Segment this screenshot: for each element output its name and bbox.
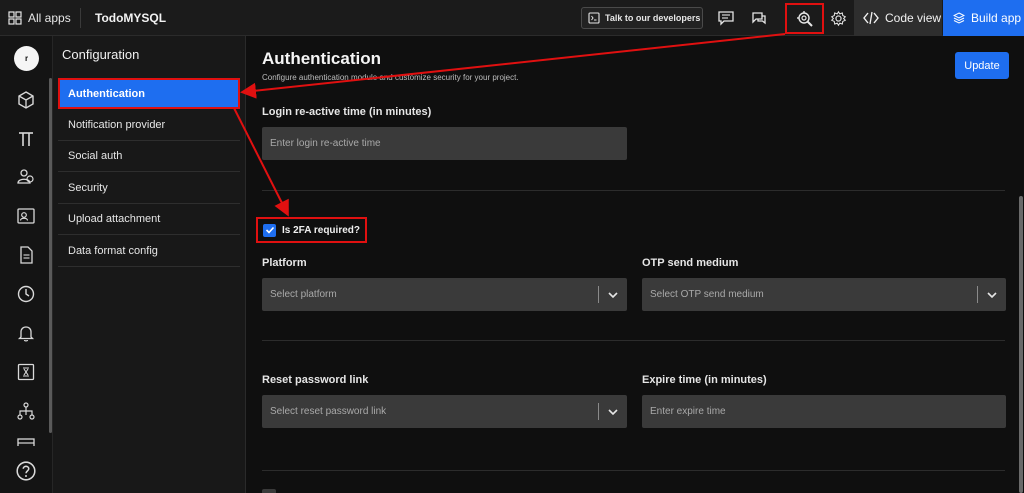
select-divider <box>598 403 599 420</box>
build-app-button[interactable]: Build app <box>943 0 1024 36</box>
platform-label: Platform <box>262 257 307 269</box>
config-item-upload-attachment[interactable]: Upload attachment <box>58 204 240 235</box>
select-divider <box>977 286 978 303</box>
expire-time-placeholder: Enter expire time <box>650 406 726 417</box>
two-fa-checkbox[interactable] <box>263 223 276 237</box>
two-fa-label: Is 2FA required? <box>282 224 360 236</box>
login-reactive-input[interactable]: Enter login re-active time <box>262 127 627 160</box>
chevron-down-icon <box>608 409 618 416</box>
config-item-label: Security <box>68 182 108 194</box>
talk-to-developers-button[interactable]: Talk to our developers <box>581 7 703 29</box>
main-content: Authentication Configure authentication … <box>247 36 1024 493</box>
section-divider <box>262 190 1005 191</box>
code-brackets-icon <box>863 11 879 25</box>
page-title: Authentication <box>262 49 381 68</box>
tools-icon <box>796 10 813 27</box>
config-item-social-auth[interactable]: Social auth <box>58 141 240 172</box>
help-icon <box>16 461 36 481</box>
topbar-divider <box>80 8 81 28</box>
avatar[interactable]: r <box>14 46 39 71</box>
config-item-label: Authentication <box>68 87 145 100</box>
all-apps-link[interactable]: All apps <box>8 9 71 27</box>
rail-item-functions[interactable] <box>14 127 38 151</box>
rail-item-help[interactable] <box>14 459 38 483</box>
config-item-label: Upload attachment <box>68 213 161 225</box>
dev-tools-button[interactable] <box>785 3 824 34</box>
reset-link-select[interactable]: Select reset password link <box>262 395 627 428</box>
login-reactive-placeholder: Enter login re-active time <box>270 138 381 149</box>
chat-square-icon <box>588 12 600 24</box>
rail-item-workflow[interactable] <box>14 399 38 423</box>
otp-medium-select[interactable]: Select OTP send medium <box>642 278 1006 311</box>
chevron-down-icon <box>987 292 997 299</box>
function-icon <box>17 363 35 381</box>
expire-time-input[interactable]: Enter expire time <box>642 395 1006 428</box>
reset-link-label: Reset password link <box>262 374 369 386</box>
config-item-security[interactable]: Security <box>58 173 240 204</box>
platform-placeholder: Select platform <box>270 289 337 300</box>
top-bar: All apps TodoMYSQL Talk to our developer… <box>0 0 1024 36</box>
pi-icon <box>19 132 33 146</box>
page-subtitle: Configure authentication module and cust… <box>262 73 519 82</box>
rail-scrollbar[interactable] <box>49 78 52 433</box>
table-icon <box>17 438 35 446</box>
all-apps-label: All apps <box>28 11 71 25</box>
chat-button[interactable] <box>749 8 769 28</box>
config-item-label: Social auth <box>68 150 123 162</box>
code-view-label: Code view <box>885 11 942 25</box>
rail-item-entities[interactable] <box>14 88 38 112</box>
reset-link-placeholder: Select reset password link <box>270 406 387 417</box>
config-item-label: Notification provider <box>68 119 166 131</box>
rail-item-profile[interactable] <box>14 204 38 228</box>
configuration-sidebar: Configuration Authentication Notificatio… <box>53 36 246 493</box>
section-divider <box>262 470 1005 471</box>
config-item-label: Data format config <box>68 245 158 257</box>
otp-medium-label: OTP send medium <box>642 257 739 269</box>
feedback-button[interactable] <box>716 8 736 28</box>
select-divider <box>598 286 599 303</box>
gear-icon <box>830 10 846 26</box>
two-fa-checkbox-group[interactable]: Is 2FA required? <box>256 217 367 243</box>
left-rail: r <box>0 36 53 493</box>
cube-icon <box>18 91 34 109</box>
hierarchy-icon <box>17 402 35 420</box>
rail-item-notifications[interactable] <box>14 321 38 345</box>
layers-icon <box>953 12 965 24</box>
app-name: TodoMYSQL <box>95 11 167 25</box>
update-button[interactable]: Update <box>955 52 1009 79</box>
clock-icon <box>17 285 35 303</box>
platform-select[interactable]: Select platform <box>262 278 627 311</box>
settings-button[interactable] <box>828 8 848 28</box>
checkmark-icon <box>265 226 274 234</box>
users-icon <box>17 169 34 184</box>
rail-item-schedule[interactable] <box>14 282 38 306</box>
chat-bubbles-icon <box>752 12 766 25</box>
build-app-label: Build app <box>971 11 1022 25</box>
message-lines-icon <box>718 11 734 26</box>
expire-time-label: Expire time (in minutes) <box>642 374 767 386</box>
next-field-peek <box>262 489 276 493</box>
config-item-data-format-config[interactable]: Data format config <box>58 236 240 267</box>
talk-to-developers-label: Talk to our developers <box>605 13 701 23</box>
profile-card-icon <box>17 208 35 224</box>
rail-item-roles[interactable] <box>14 165 38 189</box>
configuration-title: Configuration <box>62 47 140 62</box>
code-view-button[interactable]: Code view <box>854 0 942 36</box>
document-icon <box>20 246 33 264</box>
config-item-notification-provider[interactable]: Notification provider <box>58 110 240 141</box>
bell-icon <box>17 326 35 342</box>
config-item-authentication[interactable]: Authentication <box>58 78 240 109</box>
rail-item-table[interactable] <box>14 436 38 446</box>
main-scrollbar[interactable] <box>1019 196 1023 493</box>
rail-item-formula[interactable] <box>14 360 38 384</box>
chevron-down-icon <box>608 292 618 299</box>
section-divider <box>262 340 1005 341</box>
login-reactive-label: Login re-active time (in minutes) <box>262 106 432 118</box>
grid-icon <box>8 11 22 25</box>
rail-item-docs[interactable] <box>14 243 38 267</box>
otp-medium-placeholder: Select OTP send medium <box>650 289 764 300</box>
